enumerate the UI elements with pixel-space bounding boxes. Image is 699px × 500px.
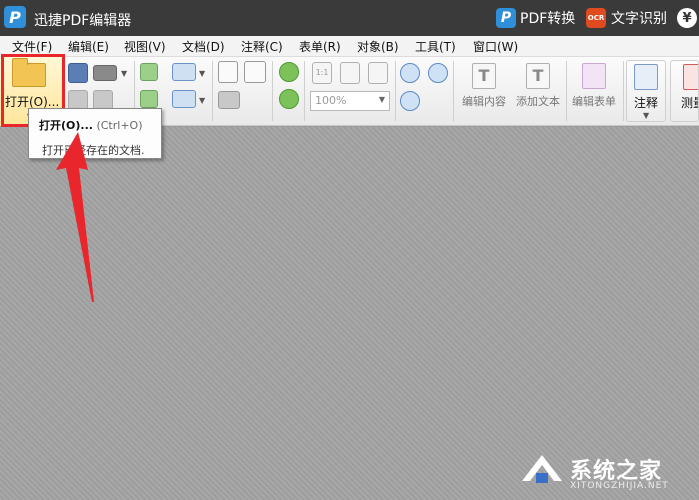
separator: [623, 61, 624, 121]
watermark-subtext: XITONGZHIJIA.NET: [570, 481, 669, 491]
menu-tools[interactable]: 工具(T): [415, 38, 456, 55]
edit-content-icon: T: [472, 63, 496, 89]
annotate-icon: [634, 64, 658, 90]
tooltip-title-text: 打开(O)...: [39, 119, 93, 132]
next-view-icon[interactable]: [140, 90, 158, 108]
chevron-down-icon: ▼: [643, 111, 650, 120]
pdf-convert-button[interactable]: P PDF转换: [496, 7, 575, 29]
email-icon[interactable]: [68, 90, 88, 110]
edit-form-label: 编辑表单: [572, 95, 616, 108]
app-title: 迅捷PDF编辑器: [34, 13, 132, 29]
zoom-value: 100%: [315, 94, 347, 107]
ocr-label: 文字识别: [611, 11, 667, 27]
annotate-button[interactable]: 注释 ▼: [626, 60, 666, 122]
watermark: 系统之家 XITONGZHIJIA.NET: [520, 445, 695, 495]
edit-content-button[interactable]: T 编辑内容: [457, 57, 511, 126]
redo-icon[interactable]: [172, 90, 196, 108]
chevron-down-icon[interactable]: ▼: [199, 69, 205, 78]
chevron-down-icon: ▼: [378, 95, 385, 104]
chevron-down-icon[interactable]: ▼: [121, 69, 127, 78]
chevron-down-icon[interactable]: ▼: [199, 96, 205, 105]
undo-icon[interactable]: [172, 63, 196, 81]
separator: [395, 61, 396, 121]
menu-document[interactable]: 文档(D): [182, 38, 225, 55]
menu-object[interactable]: 对象(B): [357, 38, 399, 55]
add-text-icon: T: [526, 63, 550, 89]
fit-page-icon[interactable]: [340, 62, 360, 84]
ocr-icon: OCR: [586, 8, 606, 28]
print-icon[interactable]: [93, 65, 117, 81]
rotate-clockwise-icon[interactable]: [279, 62, 299, 82]
app-logo-icon: P: [4, 6, 26, 28]
measure-button[interactable]: 测量: [670, 60, 699, 122]
title-bar: P 迅捷PDF编辑器 P PDF转换 OCR 文字识别 ¥: [0, 0, 699, 36]
zoom-out-icon[interactable]: [428, 63, 448, 83]
menu-file[interactable]: 文件(F): [12, 38, 52, 55]
tooltip-description: 打开已经存在的文档.: [42, 144, 145, 157]
tooltip-shortcut: (Ctrl+O): [96, 119, 143, 132]
fit-width-icon[interactable]: [368, 62, 388, 84]
yen-icon[interactable]: ¥: [677, 8, 697, 28]
tooltip-title: 打开(O)... (Ctrl+O): [39, 117, 142, 133]
pdf-convert-label: PDF转换: [520, 11, 576, 27]
measure-label: 测量: [681, 96, 698, 110]
open-tooltip: 打开(O)... (Ctrl+O) 打开已经存在的文档.: [28, 108, 162, 159]
ocr-button[interactable]: OCR 文字识别: [586, 7, 667, 29]
menu-bar: 文件(F) 编辑(E) 视图(V) 文档(D) 注释(C) 表单(R) 对象(B…: [0, 36, 699, 57]
select-text-icon[interactable]: [244, 61, 266, 83]
separator: [304, 61, 305, 121]
scan-icon[interactable]: [93, 90, 113, 110]
rotate-counterclockwise-icon[interactable]: [279, 89, 299, 109]
separator: [272, 61, 273, 121]
separator: [453, 61, 454, 121]
zoom-add-icon[interactable]: [400, 91, 420, 111]
menu-window[interactable]: 窗口(W): [473, 38, 518, 55]
watermark-logo-icon: [522, 455, 562, 483]
add-text-label: 添加文本: [516, 95, 560, 108]
pdf-convert-icon: P: [496, 8, 516, 28]
zoom-in-icon[interactable]: [400, 63, 420, 83]
zoom-select[interactable]: 100% ▼: [310, 91, 390, 111]
save-icon[interactable]: [68, 63, 88, 83]
edit-form-icon: [582, 63, 606, 89]
menu-comment[interactable]: 注释(C): [241, 38, 283, 55]
annotate-label: 注释: [633, 96, 658, 110]
edit-content-label: 编辑内容: [462, 95, 506, 108]
measure-icon: [683, 64, 698, 90]
hand-tool-icon[interactable]: [218, 61, 238, 83]
snapshot-icon[interactable]: [218, 91, 240, 109]
separator: [212, 61, 213, 121]
edit-form-button[interactable]: 编辑表单: [567, 57, 621, 126]
menu-edit[interactable]: 编辑(E): [68, 38, 109, 55]
menu-view[interactable]: 视图(V): [124, 38, 166, 55]
previous-view-icon[interactable]: [140, 63, 158, 81]
add-text-button[interactable]: T 添加文本: [511, 57, 565, 126]
folder-icon: [12, 58, 46, 87]
actual-size-icon[interactable]: 1:1: [312, 62, 332, 84]
menu-form[interactable]: 表单(R): [299, 38, 341, 55]
